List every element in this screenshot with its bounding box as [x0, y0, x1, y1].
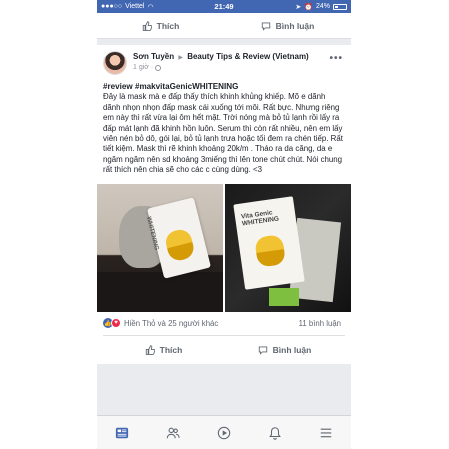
battery-icon — [333, 3, 347, 10]
post-comment-button[interactable]: Bình luận — [224, 345, 345, 355]
news-feed-icon — [116, 427, 129, 438]
photo-packages[interactable]: Vita Genic WHITENING — [225, 183, 351, 312]
like-label: Thích — [156, 20, 180, 31]
post-like-button[interactable]: Thích — [103, 345, 224, 355]
comments-count[interactable]: 11 bình luận — [299, 319, 345, 328]
feed-post: Sơn Tuyền ▶ Beauty Tips & Review (Vietna… — [97, 45, 351, 364]
post-time-row: 1 giờ · — [133, 63, 345, 73]
more-options-icon[interactable]: ••• — [329, 53, 343, 64]
group-name[interactable]: Beauty Tips & Review (Vietnam) — [187, 52, 309, 61]
post-comment-label: Bình luận — [272, 344, 312, 355]
status-time: 21:49 — [214, 2, 234, 11]
reactions-text[interactable]: Hiền Thỏ và 25 người khác — [124, 319, 218, 328]
capsule-shape-front — [254, 233, 287, 268]
reactions-row: 👍 ♥ Hiền Thỏ và 25 người khác 11 bình lu… — [103, 312, 345, 336]
globe-icon — [155, 65, 162, 71]
post-photos: WHITENING Vita Genic WHITENING — [97, 183, 351, 312]
mask-package-front: Vita Genic WHITENING — [233, 195, 305, 290]
nav-news-feed[interactable] — [97, 426, 148, 440]
post-hashtags[interactable]: #review #makvitaGenicWHITENING — [103, 82, 345, 92]
bottom-nav — [97, 415, 351, 449]
reaction-icons[interactable]: 👍 ♥ — [103, 318, 121, 329]
watch-icon — [217, 426, 231, 439]
nav-watch[interactable] — [199, 426, 250, 440]
post-time[interactable]: 1 giờ · — [133, 63, 153, 73]
post-actions: Thích Bình luận — [103, 335, 345, 364]
nav-notifications[interactable] — [249, 426, 300, 440]
love-reaction-icon: ♥ — [111, 318, 121, 329]
author-name[interactable]: Sơn Tuyền — [133, 52, 174, 61]
previous-post-actions: Thích Bình luận — [97, 13, 351, 39]
post-text: #review #makvitaGenicWHITENING Đây là ma… — [103, 82, 345, 176]
post-meta: Sơn Tuyền ▶ Beauty Tips & Review (Vietna… — [133, 51, 345, 73]
menu-icon — [320, 428, 331, 437]
like-button[interactable]: Thích — [97, 21, 224, 31]
nav-friends[interactable] — [148, 426, 199, 440]
thumbs-up-icon — [142, 20, 152, 31]
nav-menu[interactable] — [300, 426, 351, 440]
mask-package: WHITENING — [145, 196, 211, 279]
shirt-shape — [97, 271, 223, 312]
comment-icon — [258, 346, 267, 355]
comment-button[interactable]: Bình luận — [224, 21, 351, 31]
capsule-shape — [163, 226, 196, 263]
friends-icon — [166, 427, 180, 438]
comment-label: Bình luận — [275, 20, 315, 31]
notifications-icon — [268, 426, 281, 440]
arrow-right-icon: ▶ — [178, 55, 183, 61]
avatar[interactable] — [103, 51, 127, 75]
green-box — [269, 287, 299, 306]
thumbs-up-icon — [145, 344, 155, 355]
phone-screen: ●●●○○ Viettel ◠ 21:49 ➤ ⏰ 24% Thích Bình… — [97, 0, 351, 449]
status-bar: ●●●○○ Viettel ◠ 21:49 ➤ ⏰ 24% — [97, 0, 351, 13]
package-brand-front: Vita Genic WHITENING — [240, 208, 280, 228]
post-like-label: Thích — [159, 344, 183, 355]
photo-face-mask[interactable]: WHITENING — [97, 183, 223, 312]
post-header: Sơn Tuyền ▶ Beauty Tips & Review (Vietna… — [103, 51, 345, 75]
comment-icon — [261, 21, 270, 31]
post-body: Đây là mask mà e đấp thấy thích khinh kh… — [103, 92, 343, 175]
